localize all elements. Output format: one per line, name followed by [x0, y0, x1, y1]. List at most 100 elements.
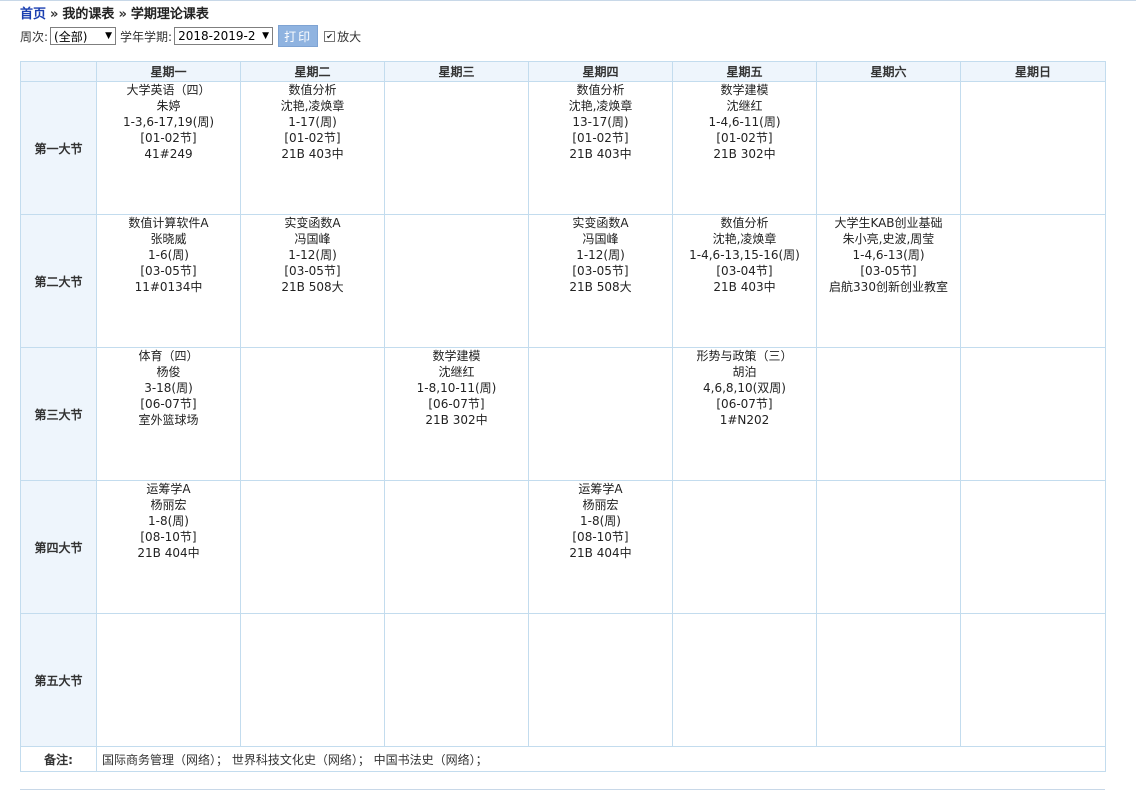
course-periods: [03-04节]	[716, 264, 773, 278]
day-header: 星期四	[528, 61, 673, 82]
schedule-cell	[816, 613, 961, 747]
course-teacher: 沈艳,凌焕章	[712, 232, 777, 246]
course-entry[interactable]: 实变函数A 冯国峰 1-12(周) [03-05节] 21B 508大	[529, 215, 672, 295]
course-periods: [01-02节]	[572, 131, 629, 145]
course-teacher: 沈艳,凌焕章	[568, 99, 633, 113]
course-name: 运筹学A	[146, 482, 191, 496]
course-entry[interactable]: 运筹学A 杨丽宏 1-8(周) [08-10节] 21B 404中	[529, 481, 672, 561]
course-weeks: 1-8,10-11(周)	[416, 381, 497, 395]
course-weeks: 4,6,8,10(双周)	[703, 381, 786, 395]
schedule-cell	[960, 613, 1106, 747]
breadcrumb: 首页» 我的课表» 学期理论课表	[20, 3, 209, 22]
schedule-cell	[384, 613, 529, 747]
course-entry[interactable]: 形势与政策（三） 胡泊 4,6,8,10(双周) [06-07节] 1#N202	[673, 348, 816, 428]
schedule-cell	[96, 613, 241, 747]
course-weeks: 3-18(周)	[144, 381, 193, 395]
top-divider	[0, 0, 1136, 1]
course-periods: [03-05节]	[860, 264, 917, 278]
course-entry[interactable]: 大学生KAB创业基础 朱小亮,史波,周莹 1-4,6-13(周) [03-05节] 启航…	[817, 215, 960, 295]
breadcrumb-current: 学期理论课表	[130, 7, 209, 22]
course-weeks: 1-8(周)	[148, 514, 189, 528]
breadcrumb-home-link[interactable]: 首页	[20, 7, 46, 22]
course-name: 实变函数A	[284, 216, 341, 230]
schedule-cell	[240, 613, 385, 747]
remark-row: 备注: 国际商务管理（网络）； 世界科技文化史（网络）； 中国书法史（网络）；	[20, 746, 1106, 772]
schedule-cell: 大学生KAB创业基础 朱小亮,史波,周莹 1-4,6-13(周) [03-05节] 启航…	[816, 214, 961, 348]
course-periods: [01-02节]	[140, 131, 197, 145]
period-label: 第五大节	[20, 613, 97, 747]
course-entry[interactable]: 数值计算软件A 张晓威 1-6(周) [03-05节] 11#0134中	[97, 215, 240, 295]
course-periods: [03-05节]	[284, 264, 341, 278]
course-teacher: 沈艳,凌焕章	[280, 99, 345, 113]
zoom-label[interactable]: 放大	[337, 28, 361, 45]
course-teacher: 冯国峰	[294, 232, 331, 246]
week-select[interactable]: (全部) ▼	[50, 27, 117, 45]
course-teacher: 朱婷	[156, 99, 181, 113]
course-entry[interactable]: 数值分析 沈艳,凌焕章 1-17(周) [01-02节] 21B 403中	[241, 82, 384, 162]
term-select-value: 2018-2019-2	[178, 29, 256, 43]
checkmark-icon: ✔	[326, 31, 333, 41]
print-button[interactable]: 打印	[278, 25, 319, 47]
schedule-body: 第一大节 大学英语（四） 朱婷 1-3,6-17,19(周) [01-02节] 41#24…	[20, 81, 1106, 747]
schedule-cell: 运筹学A 杨丽宏 1-8(周) [08-10节] 21B 404中	[528, 480, 673, 614]
course-room: 21B 403中	[713, 280, 776, 294]
course-teacher: 沈继红	[438, 365, 475, 379]
course-entry[interactable]: 数学建模 沈继红 1-4,6-11(周) [01-02节] 21B 302中	[673, 82, 816, 162]
course-name: 数学建模	[720, 83, 769, 97]
schedule-cell	[816, 81, 961, 215]
course-room: 启航330创新创业教室	[829, 280, 948, 294]
remark-text: 国际商务管理（网络）； 世界科技文化史（网络）； 中国书法史（网络）；	[96, 746, 1106, 772]
breadcrumb-separator: »	[50, 7, 59, 22]
schedule-header-row: 星期一 星期二 星期三 星期四 星期五 星期六 星期日	[20, 61, 1106, 82]
course-name: 数值计算软件A	[128, 216, 209, 230]
course-room: 室外篮球场	[138, 413, 199, 427]
period-label: 第四大节	[20, 480, 97, 614]
course-periods: [03-05节]	[140, 264, 197, 278]
filter-toolbar: 周次: (全部) ▼ 学年学期: 2018-2019-2 ▼ 打印 ✔ 放大	[20, 25, 361, 47]
course-entry[interactable]: 数值分析 沈艳,凌焕章 13-17(周) [01-02节] 21B 403中	[529, 82, 672, 162]
schedule-cell	[240, 347, 385, 481]
course-entry[interactable]: 体育（四） 杨俊 3-18(周) [06-07节] 室外篮球场	[97, 348, 240, 428]
course-name: 运筹学A	[578, 482, 623, 496]
term-label: 学年学期:	[120, 29, 173, 44]
schedule-cell	[960, 347, 1106, 481]
course-periods: [03-05节]	[572, 264, 629, 278]
course-entry[interactable]: 数学建模 沈继红 1-8,10-11(周) [06-07节] 21B 302中	[385, 348, 528, 428]
period-label: 第三大节	[20, 347, 97, 481]
schedule-row: 第二大节 数值计算软件A 张晓威 1-6(周) [03-05节] 11#0134中 实变函数…	[20, 214, 1106, 348]
schedule-cell	[960, 81, 1106, 215]
schedule-row: 第三大节 体育（四） 杨俊 3-18(周) [06-07节] 室外篮球场 数学建模 沈继红 1-…	[20, 347, 1106, 481]
schedule-cell: 大学英语（四） 朱婷 1-3,6-17,19(周) [01-02节] 41#249	[96, 81, 241, 215]
course-room: 21B 302中	[713, 147, 776, 161]
course-periods: [08-10节]	[572, 530, 629, 544]
course-entry[interactable]: 运筹学A 杨丽宏 1-8(周) [08-10节] 21B 404中	[97, 481, 240, 561]
course-teacher: 沈继红	[726, 99, 763, 113]
zoom-checkbox[interactable]: ✔	[324, 30, 336, 42]
schedule-cell: 运筹学A 杨丽宏 1-8(周) [08-10节] 21B 404中	[96, 480, 241, 614]
course-room: 1#N202	[719, 413, 770, 427]
course-name: 数值分析	[576, 83, 625, 97]
term-select[interactable]: 2018-2019-2 ▼	[174, 27, 274, 45]
day-header: 星期三	[384, 61, 529, 82]
course-name: 大学生KAB创业基础	[834, 216, 943, 230]
course-entry[interactable]: 数值分析 沈艳,凌焕章 1-4,6-13,15-16(周) [03-04节] 21B 4…	[673, 215, 816, 295]
course-name: 大学英语（四）	[126, 83, 211, 97]
schedule-cell: 数值计算软件A 张晓威 1-6(周) [03-05节] 11#0134中	[96, 214, 241, 348]
course-weeks: 1-6(周)	[148, 248, 189, 262]
day-header: 星期六	[816, 61, 961, 82]
breadcrumb-separator: »	[118, 7, 127, 22]
schedule-cell: 形势与政策（三） 胡泊 4,6,8,10(双周) [06-07节] 1#N202	[672, 347, 817, 481]
course-periods: [06-07节]	[716, 397, 773, 411]
course-name: 体育（四）	[138, 349, 199, 363]
period-label: 第二大节	[20, 214, 97, 348]
schedule-cell	[384, 214, 529, 348]
course-entry[interactable]: 实变函数A 冯国峰 1-12(周) [03-05节] 21B 508大	[241, 215, 384, 295]
course-teacher: 杨丽宏	[150, 498, 187, 512]
schedule-cell: 实变函数A 冯国峰 1-12(周) [03-05节] 21B 508大	[240, 214, 385, 348]
course-teacher: 张晓威	[150, 232, 187, 246]
schedule-cell	[384, 81, 529, 215]
course-entry[interactable]: 大学英语（四） 朱婷 1-3,6-17,19(周) [01-02节] 41#249	[97, 82, 240, 162]
course-teacher: 朱小亮,史波,周莹	[842, 232, 935, 246]
course-teacher: 冯国峰	[582, 232, 619, 246]
course-room: 21B 302中	[425, 413, 488, 427]
